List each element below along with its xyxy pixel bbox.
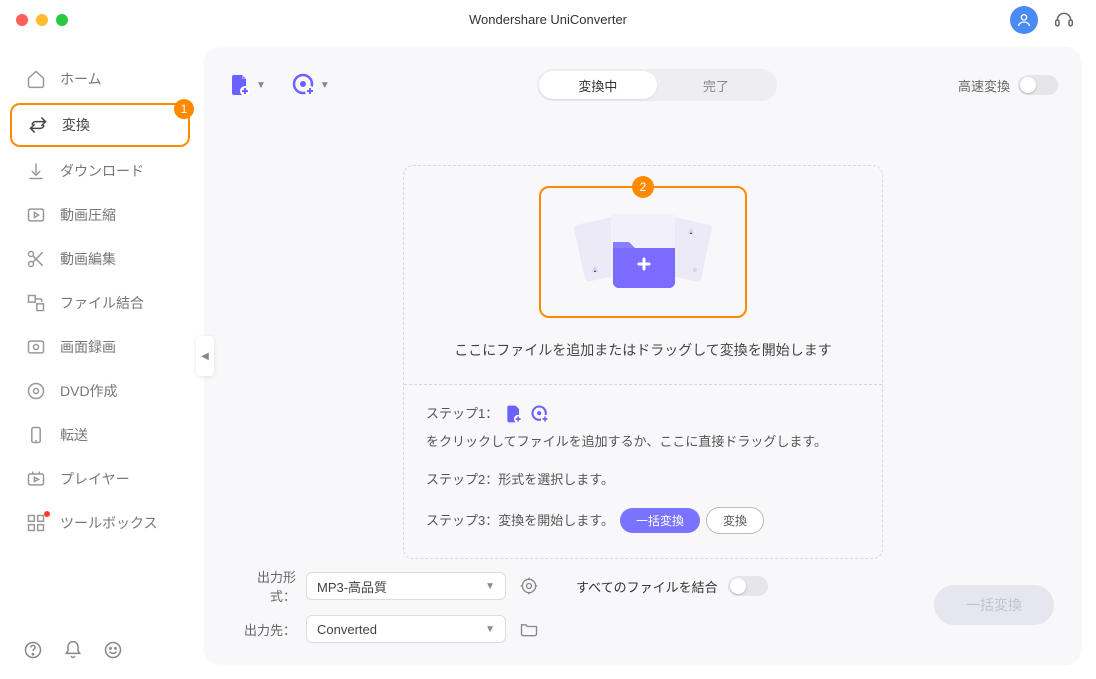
chevron-down-icon: ▼ <box>256 80 266 91</box>
tab-done[interactable]: 完了 <box>657 71 775 99</box>
status-tabs: 変換中 完了 <box>537 69 777 101</box>
drop-box[interactable]: 2 <box>539 186 747 318</box>
disc-icon <box>26 381 46 401</box>
convert-icon <box>28 115 48 135</box>
sidebar-item-label: 動画圧縮 <box>60 205 116 225</box>
sidebar-item-label: 動画編集 <box>60 249 116 269</box>
batch-convert-main-button[interactable]: 一括変換 <box>934 585 1054 625</box>
scissors-icon <box>26 249 46 269</box>
sidebar-item-label: プレイヤー <box>60 469 130 489</box>
sidebar-item-transfer[interactable]: 転送 <box>10 415 190 455</box>
titlebar: Wondershare UniConverter <box>0 0 1096 39</box>
output-dest-label: 出力先： <box>232 620 296 639</box>
download-icon <box>26 161 46 181</box>
chevron-down-icon: ▼ <box>485 581 495 592</box>
speed-toggle[interactable] <box>1018 75 1058 95</box>
convert-button[interactable]: 変換 <box>706 507 764 534</box>
traffic-lights <box>16 14 68 26</box>
sidebar-item-toolbox[interactable]: ツールボックス <box>10 503 190 543</box>
output-format-label: 出力形式： <box>232 567 296 605</box>
sidebar-item-edit[interactable]: 動画編集 <box>10 239 190 279</box>
chevron-down-icon: ▼ <box>485 624 495 635</box>
help-icon[interactable] <box>22 639 44 661</box>
step-2: ステップ2：形式を選択します。 <box>426 469 860 491</box>
record-icon <box>26 337 46 357</box>
merge-toggle[interactable] <box>728 576 768 596</box>
step-badge: 2 <box>632 176 654 198</box>
bell-icon[interactable] <box>62 639 84 661</box>
sidebar-item-player[interactable]: プレイヤー <box>10 459 190 499</box>
steps: ステップ1： をクリックしてファイルを追加するか、ここに直接ドラッグします。 ス… <box>404 385 882 558</box>
main-panel: ◀ ▼ ▼ 変換中 完了 高速変換 <box>204 47 1082 665</box>
drop-card: 2 ここにファイルを追加またはドラッグして変換を開始します <box>403 165 883 559</box>
add-file-button[interactable]: ▼ <box>228 73 266 97</box>
chevron-down-icon: ▼ <box>320 80 330 91</box>
bottom-bar: 出力形式： MP3-高品質 ▼ すべてのファイルを結合 出力先： <box>228 559 1058 647</box>
sidebar-item-dvd[interactable]: DVD作成 <box>10 371 190 411</box>
tab-inprogress[interactable]: 変換中 <box>539 71 657 99</box>
merge-icon <box>26 293 46 313</box>
sidebar-item-label: 変換 <box>62 115 90 135</box>
step-1: ステップ1： をクリックしてファイルを追加するか、ここに直接ドラッグします。 <box>426 403 860 453</box>
grid-icon <box>26 513 46 533</box>
sidebar-item-download[interactable]: ダウンロード <box>10 151 190 191</box>
home-icon <box>26 69 46 89</box>
sidebar: ホーム 変換 1 ダウンロード 動画圧縮 動画編集 ファイル結合 <box>0 39 200 679</box>
open-folder-button[interactable] <box>516 616 542 642</box>
sidebar-item-record[interactable]: 画面録画 <box>10 327 190 367</box>
sidebar-item-label: ツールボックス <box>60 513 158 533</box>
output-settings-button[interactable] <box>516 573 542 599</box>
maximize-window-button[interactable] <box>56 14 68 26</box>
merge-label: すべてのファイルを結合 <box>576 577 718 596</box>
sidebar-item-label: 画面録画 <box>60 337 116 357</box>
output-format-select[interactable]: MP3-高品質 ▼ <box>306 572 506 600</box>
sidebar-item-label: ダウンロード <box>60 161 144 181</box>
drop-text: ここにファイルを追加またはドラッグして変換を開始します <box>454 340 832 360</box>
sidebar-item-merge[interactable]: ファイル結合 <box>10 283 190 323</box>
compress-icon <box>26 205 46 225</box>
step-3: ステップ3：変換を開始します。 一括変換 変換 <box>426 507 860 534</box>
feedback-icon[interactable] <box>102 639 124 661</box>
add-disc-button[interactable]: ▼ <box>292 73 330 97</box>
batch-convert-button[interactable]: 一括変換 <box>620 508 700 533</box>
folder-plus-icon <box>573 206 713 298</box>
app-title: Wondershare UniConverter <box>469 12 627 27</box>
sidebar-item-convert[interactable]: 変換 1 <box>10 103 190 147</box>
support-icon[interactable] <box>1052 8 1076 32</box>
output-dest-select[interactable]: Converted ▼ <box>306 615 506 643</box>
drop-zone[interactable]: 2 ここにファイルを追加またはドラッグして変換を開始します <box>404 166 882 385</box>
sidebar-item-home[interactable]: ホーム <box>10 59 190 99</box>
sidebar-item-label: DVD作成 <box>60 381 118 401</box>
sidebar-item-label: ホーム <box>60 69 102 89</box>
sidebar-item-label: 転送 <box>60 425 88 445</box>
sidebar-badge: 1 <box>174 99 194 119</box>
topbar: ▼ ▼ 変換中 完了 高速変換 <box>228 65 1058 105</box>
add-file-icon <box>504 404 524 424</box>
minimize-window-button[interactable] <box>36 14 48 26</box>
player-icon <box>26 469 46 489</box>
close-window-button[interactable] <box>16 14 28 26</box>
add-disc-icon <box>530 404 550 424</box>
speed-label: 高速変換 <box>958 76 1010 95</box>
sidebar-item-label: ファイル結合 <box>60 293 144 313</box>
notification-dot-icon <box>44 511 50 517</box>
collapse-sidebar-button[interactable]: ◀ <box>196 336 214 376</box>
sidebar-item-compress[interactable]: 動画圧縮 <box>10 195 190 235</box>
transfer-icon <box>26 425 46 445</box>
account-icon[interactable] <box>1010 6 1038 34</box>
